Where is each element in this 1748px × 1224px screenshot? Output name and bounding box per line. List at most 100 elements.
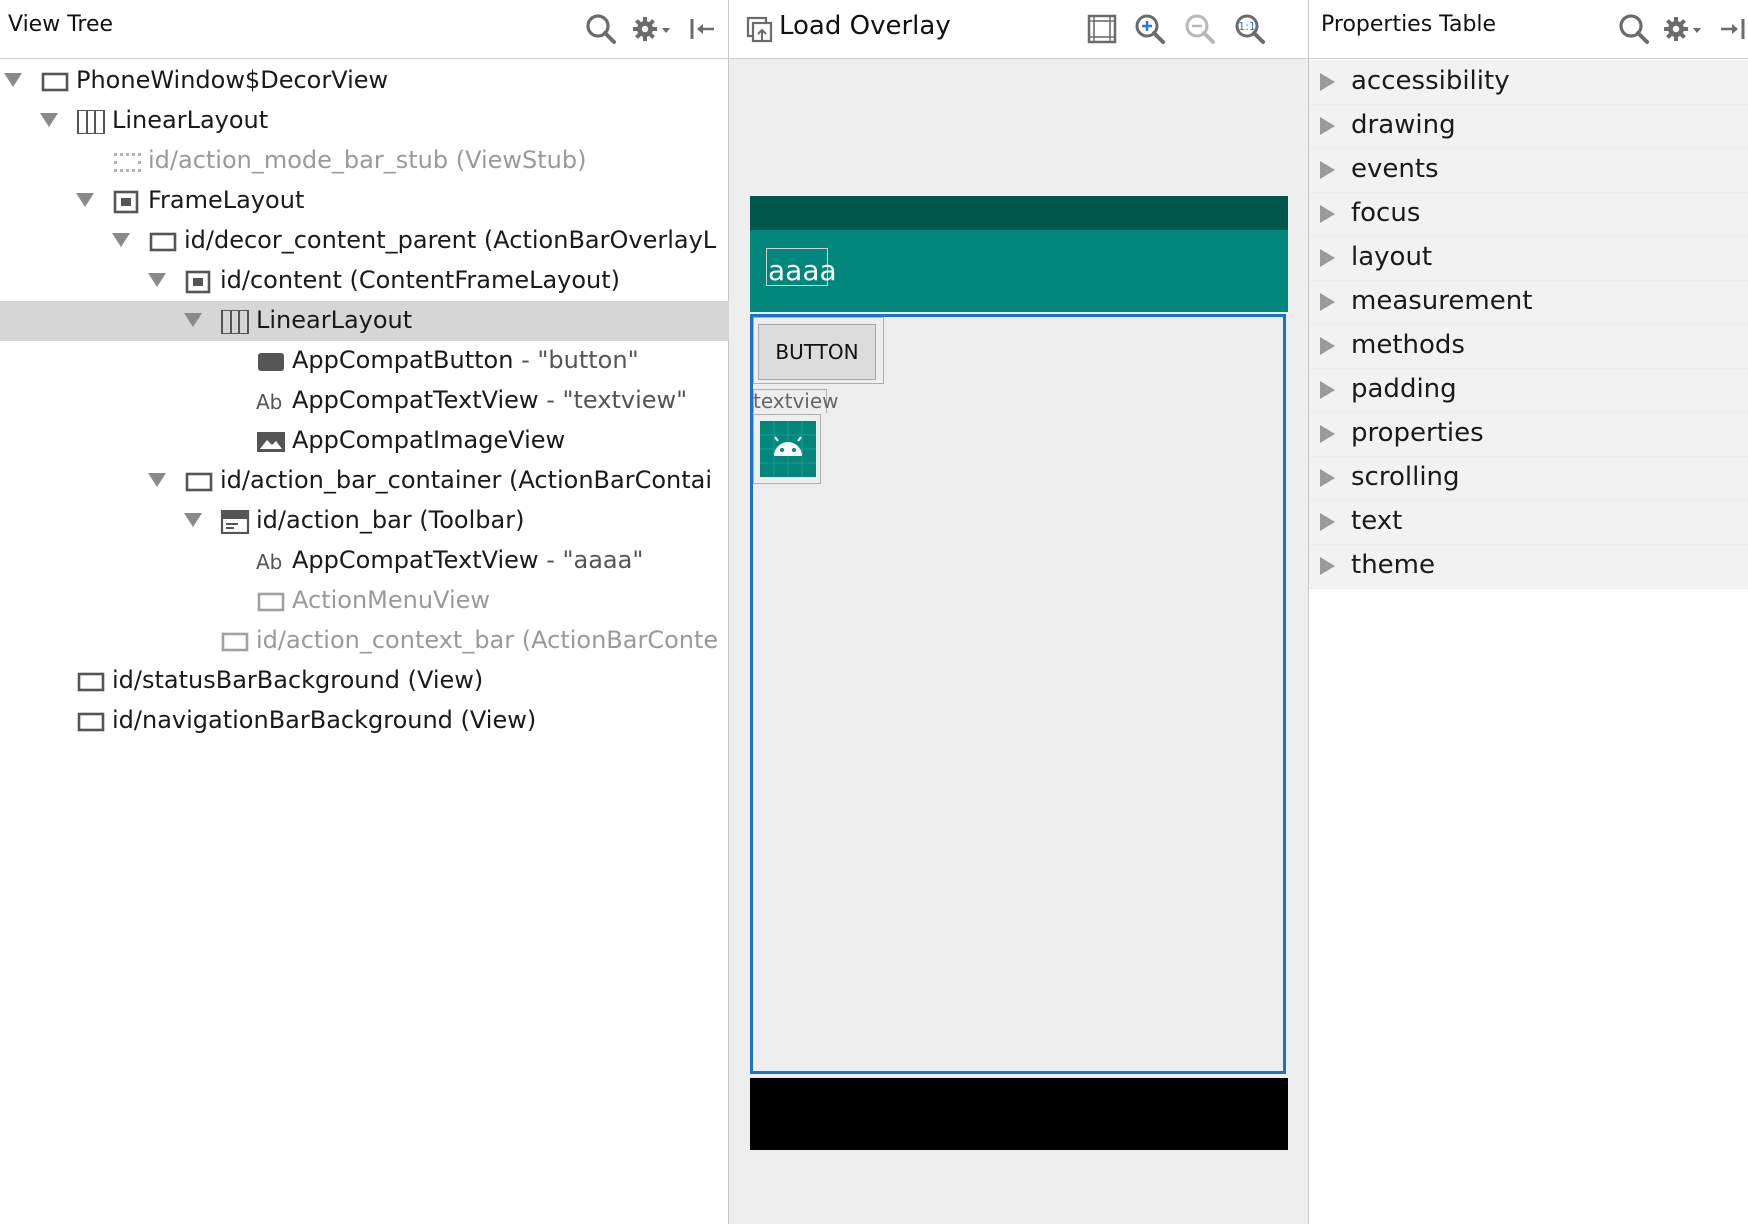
tree-node[interactable]: AppCompatButton - "button" <box>0 341 729 381</box>
expand-arrow-icon[interactable] <box>1320 249 1335 267</box>
tree-node-label: LinearLayout <box>112 106 269 134</box>
collapse-right-icon[interactable] <box>1717 12 1748 46</box>
svg-text:Ab: Ab <box>256 390 282 414</box>
expand-arrow-icon[interactable] <box>1320 161 1335 179</box>
property-category-drawing[interactable]: drawing <box>1309 104 1748 149</box>
collapse-left-icon[interactable] <box>688 12 722 46</box>
android-image <box>760 421 816 477</box>
device-preview[interactable]: aaaa BUTTON textview <box>750 196 1288 1152</box>
property-category-accessibility[interactable]: accessibility <box>1309 60 1748 105</box>
property-category-label: properties <box>1351 418 1484 448</box>
property-category-properties[interactable]: properties <box>1309 412 1748 457</box>
frame-icon <box>184 470 214 494</box>
expand-arrow-icon[interactable] <box>1320 73 1335 91</box>
frame-icon <box>220 630 250 654</box>
appbar-title[interactable]: aaaa <box>768 254 837 287</box>
property-category-theme[interactable]: theme <box>1309 544 1748 589</box>
tree-node-label: id/action_bar_container (ActionBarContai <box>220 466 713 494</box>
expand-arrow-icon[interactable] <box>1320 425 1335 443</box>
property-category-layout[interactable]: layout <box>1309 236 1748 281</box>
property-category-label: text <box>1351 506 1403 536</box>
expand-arrow-icon[interactable] <box>1320 469 1335 487</box>
search-icon[interactable] <box>584 12 618 46</box>
tree-node[interactable]: id/navigationBarBackground (View) <box>0 701 729 741</box>
gear-dropdown-icon[interactable] <box>1661 12 1701 46</box>
view-tree-panel: View Tree PhoneWindow$DecorView LinearLay… <box>0 0 729 1224</box>
tree-node[interactable]: ActionMenuView <box>0 581 729 621</box>
expand-arrow-icon[interactable] <box>1320 117 1335 135</box>
navigation-bar[interactable] <box>750 1078 1288 1150</box>
linear-layout-icon <box>76 109 106 135</box>
tree-node[interactable]: PhoneWindow$DecorView <box>0 61 729 101</box>
content-linear-layout[interactable]: BUTTON textview <box>750 314 1286 1074</box>
expand-arrow-icon[interactable] <box>40 113 58 127</box>
tree-node-label: id/action_mode_bar_stub (ViewStub) <box>148 146 587 174</box>
expand-arrow-icon[interactable] <box>1320 337 1335 355</box>
textview-icon: Ab <box>256 390 286 414</box>
expand-arrow-icon[interactable] <box>1320 205 1335 223</box>
load-overlay-button[interactable]: Load Overlay <box>779 11 951 41</box>
property-category-measurement[interactable]: measurement <box>1309 280 1748 325</box>
tree-node[interactable]: LinearLayout <box>0 101 729 141</box>
tree-node-label: id/action_context_bar (ActionBarConte <box>256 626 719 654</box>
tree-node[interactable]: Ab AppCompatTextView - "aaaa" <box>0 541 729 581</box>
expand-arrow-icon[interactable] <box>4 73 22 87</box>
gear-dropdown-icon[interactable] <box>630 12 670 46</box>
tree-node[interactable]: LinearLayout <box>0 301 729 341</box>
tree-node[interactable]: Ab AppCompatTextView - "textview" <box>0 381 729 421</box>
zoom-in-icon[interactable] <box>1133 12 1167 46</box>
tree-node[interactable]: id/action_context_bar (ActionBarConte <box>0 621 729 661</box>
property-category-padding[interactable]: padding <box>1309 368 1748 413</box>
action-bar[interactable]: aaaa <box>750 230 1288 312</box>
fit-screen-icon[interactable] <box>1085 12 1119 46</box>
image-icon <box>256 430 286 454</box>
search-icon[interactable] <box>1617 12 1651 46</box>
expand-arrow-icon[interactable] <box>76 193 94 207</box>
expand-arrow-icon[interactable] <box>184 513 202 527</box>
button-icon <box>256 350 286 374</box>
textview-icon: Ab <box>256 550 286 574</box>
property-category-focus[interactable]: focus <box>1309 192 1748 237</box>
tree-node-text-value: - "aaaa" <box>538 546 644 574</box>
tree-node[interactable]: id/action_bar (Toolbar) <box>0 501 729 541</box>
property-category-text[interactable]: text <box>1309 500 1748 545</box>
tree-node[interactable]: FrameLayout <box>0 181 729 221</box>
layout-preview-panel: Load Overlay 1:1 aaaa BUTTON textview <box>729 0 1309 1224</box>
expand-arrow-icon[interactable] <box>184 313 202 327</box>
preview-textview[interactable]: textview <box>753 389 839 413</box>
actual-size-icon[interactable]: 1:1 <box>1233 12 1267 46</box>
expand-arrow-icon[interactable] <box>1320 513 1335 531</box>
tree-node[interactable]: id/action_mode_bar_stub (ViewStub) <box>0 141 729 181</box>
imageview-bounds[interactable] <box>753 414 821 484</box>
view-tree-title: View Tree <box>8 12 114 37</box>
frame-icon <box>40 70 70 94</box>
preview-button[interactable]: BUTTON <box>758 324 876 380</box>
property-category-label: measurement <box>1351 286 1533 316</box>
toolbar-icon <box>220 509 250 535</box>
expand-arrow-icon[interactable] <box>148 273 166 287</box>
property-category-events[interactable]: events <box>1309 148 1748 193</box>
zoom-out-icon[interactable] <box>1183 12 1217 46</box>
tree-node[interactable]: id/statusBarBackground (View) <box>0 661 729 701</box>
tree-node-text-value: - "button" <box>513 346 639 374</box>
tree-node[interactable]: id/content (ContentFrameLayout) <box>0 261 729 301</box>
expand-arrow-icon[interactable] <box>1320 293 1335 311</box>
tree-node-label: ActionMenuView <box>292 586 491 614</box>
status-bar[interactable] <box>750 196 1288 230</box>
frame-icon <box>76 670 106 694</box>
tree-node[interactable]: AppCompatImageView <box>0 421 729 461</box>
expand-arrow-icon[interactable] <box>148 473 166 487</box>
properties-panel: Properties Table accessibility drawing eve… <box>1309 0 1748 1224</box>
property-category-methods[interactable]: methods <box>1309 324 1748 369</box>
tree-node-label: id/content (ContentFrameLayout) <box>220 266 621 294</box>
property-category-scrolling[interactable]: scrolling <box>1309 456 1748 501</box>
framelayout-icon <box>112 190 142 214</box>
tree-node[interactable]: id/action_bar_container (ActionBarContai <box>0 461 729 501</box>
properties-title: Properties Table <box>1321 12 1497 37</box>
expand-arrow-icon[interactable] <box>112 233 130 247</box>
svg-text:1:1: 1:1 <box>1238 20 1256 33</box>
load-overlay-icon[interactable] <box>745 12 779 46</box>
expand-arrow-icon[interactable] <box>1320 381 1335 399</box>
tree-node[interactable]: id/decor_content_parent (ActionBarOverla… <box>0 221 729 261</box>
expand-arrow-icon[interactable] <box>1320 557 1335 575</box>
